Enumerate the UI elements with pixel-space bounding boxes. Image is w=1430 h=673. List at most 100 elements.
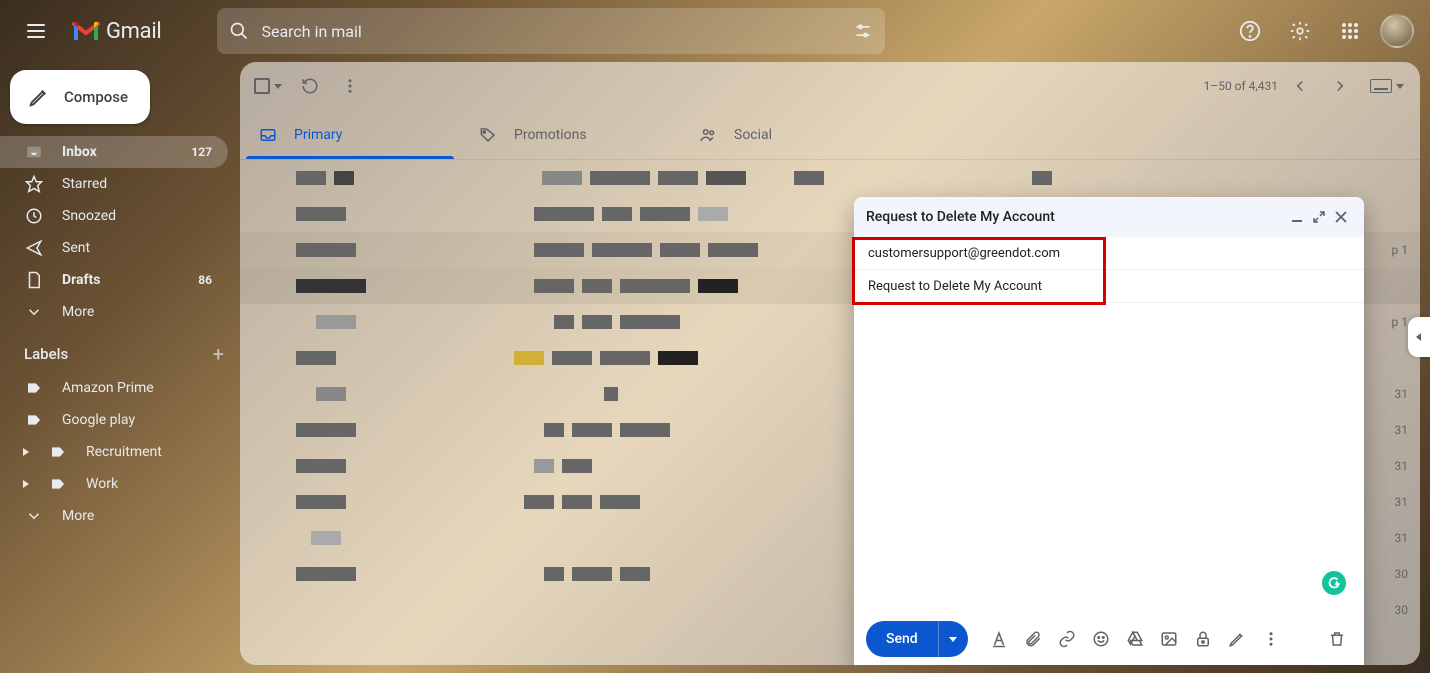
date-cell: p 1 [1376,304,1412,340]
add-label-button[interactable]: + [213,342,224,366]
compose-body[interactable] [854,303,1364,613]
caret-icon [16,442,36,462]
sidebar-item-inbox[interactable]: Inbox 127 [0,136,228,168]
compose-more-button[interactable] [1256,624,1286,654]
fullscreen-button[interactable] [1308,206,1330,228]
chevron-down-icon [24,506,44,526]
compose-header[interactable]: Request to Delete My Account [854,197,1364,237]
chevron-down-icon [24,302,44,322]
tab-promotions[interactable]: Promotions [460,110,680,159]
tab-primary[interactable]: Primary [240,110,460,159]
main-menu-button[interactable] [12,7,60,55]
sidebar-item-drafts[interactable]: Drafts 86 [0,264,228,296]
support-button[interactable] [1230,11,1270,51]
google-apps-button[interactable] [1330,11,1370,51]
image-icon [1160,630,1178,648]
compose-button[interactable]: Compose [10,70,150,124]
send-button[interactable]: Send [866,621,938,657]
nav-count: 86 [198,273,212,287]
nav-label: Drafts [62,272,100,288]
select-all-dropdown[interactable] [248,72,288,100]
date-cell: 31 [1376,484,1412,520]
date-cell [1376,340,1412,376]
compose-title: Request to Delete My Account [866,209,1286,225]
search-box[interactable]: Search in mail [217,8,885,54]
attach-button[interactable] [1018,624,1048,654]
grammarly-badge[interactable] [1322,571,1346,595]
caret-icon [1396,84,1404,89]
minimize-button[interactable] [1286,206,1308,228]
label-icon [48,442,68,462]
caret-icon [949,637,957,642]
date-cell: 31 [1376,520,1412,556]
more-actions-button[interactable] [332,68,368,104]
nav-label: Sent [62,240,90,256]
inbox-tab-icon [258,125,278,145]
star-icon [24,174,44,194]
next-page-button[interactable] [1322,68,1358,104]
confidential-mode-button[interactable] [1188,624,1218,654]
insert-link-button[interactable] [1052,624,1082,654]
help-icon [1239,20,1261,42]
caret-icon [274,84,282,89]
lock-clock-icon [1194,630,1212,648]
subject-value: Request to Delete My Account [868,279,1042,294]
insert-drive-button[interactable] [1120,624,1150,654]
tag-icon [478,125,498,145]
tab-label: Promotions [514,127,587,143]
clock-icon [24,206,44,226]
label-text: Amazon Prime [62,380,154,396]
date-cell: p 1 [1376,232,1412,268]
date-cell: 31 [1376,448,1412,484]
text-format-icon [990,630,1008,648]
prev-page-button[interactable] [1282,68,1318,104]
date-cell: 30 [1376,556,1412,592]
chevron-left-icon [1291,77,1309,95]
gmail-logo-text: Gmail [106,19,161,44]
refresh-button[interactable] [292,68,328,104]
settings-button[interactable] [1280,11,1320,51]
formatting-button[interactable] [984,624,1014,654]
search-icon[interactable] [227,19,251,43]
insert-emoji-button[interactable] [1086,624,1116,654]
recipients-value: customersupport@greendot.com [868,246,1060,261]
subject-field[interactable]: Request to Delete My Account [854,270,1364,303]
chevron-left-icon [1414,332,1424,342]
label-work[interactable]: Work [0,468,228,500]
label-text: Recruitment [86,444,162,460]
label-google-play[interactable]: Google play [0,404,228,436]
label-text: Work [86,476,118,492]
insert-signature-button[interactable] [1222,624,1252,654]
gear-icon [1289,20,1311,42]
gmail-logo[interactable]: Gmail [72,19,161,44]
tab-social[interactable]: Social [680,110,900,159]
account-avatar[interactable] [1380,14,1414,48]
more-vert-icon [341,77,359,95]
sidebar-item-snoozed[interactable]: Snoozed [0,200,228,232]
search-input[interactable]: Search in mail [261,22,841,41]
chevron-right-icon [1331,77,1349,95]
apps-grid-icon [1341,22,1359,40]
recipients-field[interactable]: customersupport@greendot.com [854,237,1364,270]
label-amazon-prime[interactable]: Amazon Prime [0,372,228,404]
file-icon [24,270,44,290]
select-checkbox[interactable] [254,78,270,94]
sidebar-item-sent[interactable]: Sent [0,232,228,264]
discard-draft-button[interactable] [1322,624,1352,654]
side-panel-toggle[interactable] [1408,317,1430,357]
send-options-button[interactable] [938,621,968,657]
search-options-icon[interactable] [851,19,875,43]
send-icon [24,238,44,258]
grammarly-icon [1327,576,1341,590]
hamburger-icon [27,24,45,38]
input-tools-button[interactable] [1362,79,1412,93]
sidebar-item-more[interactable]: More [0,296,228,328]
date-cell: 31 [1376,412,1412,448]
close-button[interactable] [1330,206,1352,228]
insert-photo-button[interactable] [1154,624,1184,654]
labels-more[interactable]: More [0,500,228,532]
sidebar-item-starred[interactable]: Starred [0,168,228,200]
label-recruitment[interactable]: Recruitment [0,436,228,468]
tab-label: Social [734,127,772,143]
compose-window: Request to Delete My Account customersup… [854,197,1364,665]
